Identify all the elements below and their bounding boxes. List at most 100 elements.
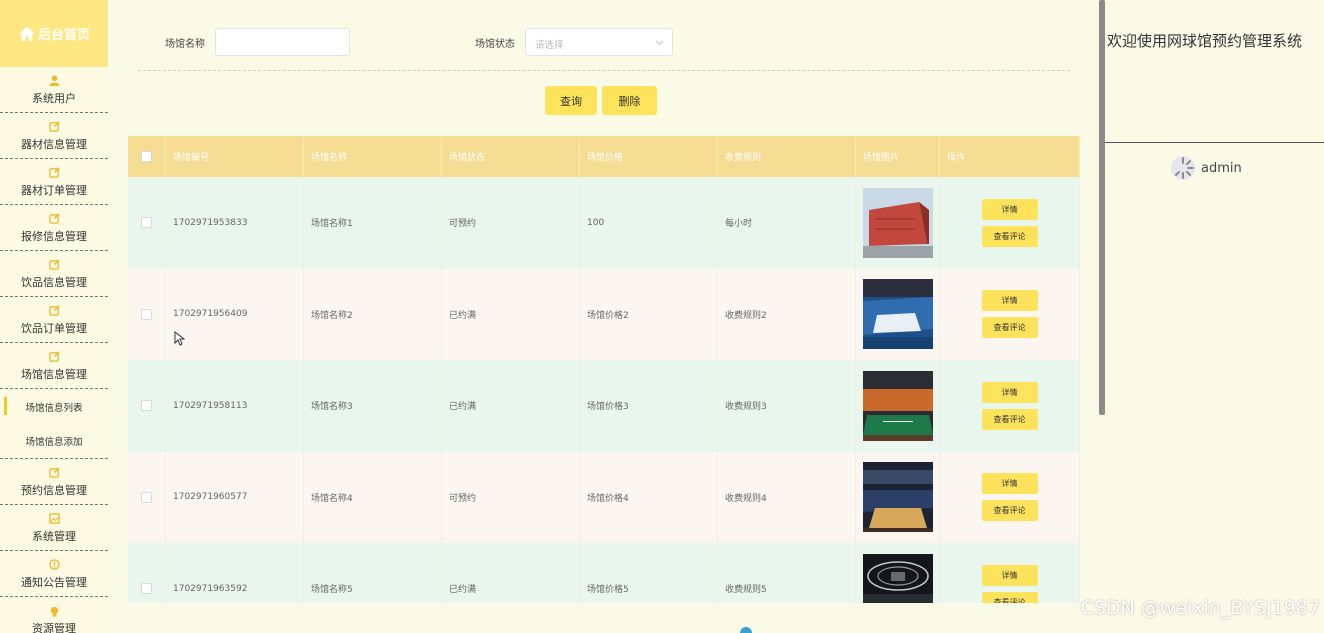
sidebar-item-equipment-info[interactable]: 器材信息管理 (0, 113, 108, 159)
venue-status-cell: 已约满 (442, 268, 580, 360)
home-link[interactable]: 后台首页 (0, 0, 108, 67)
detail-button[interactable]: 详情 (981, 198, 1038, 220)
detail-button[interactable]: 详情 (981, 473, 1038, 495)
venue-price-cell: 场馆价格3 (580, 360, 718, 452)
view-reviews-button[interactable]: 查看评论 (981, 225, 1038, 247)
scroll-top-icon[interactable] (740, 627, 752, 633)
sidebar-item-system-management[interactable]: 系统管理 (0, 505, 108, 551)
edit-icon (48, 304, 60, 318)
table-row: 1702971960577 场馆名称4 可预约 场馆价格4 收费规则4 详情 查… (128, 451, 1080, 543)
sidebar-item-resource-management[interactable]: 资源管理 (0, 597, 108, 633)
venue-id-cell: 1702971960577 (166, 451, 304, 543)
detail-button[interactable]: 详情 (981, 564, 1038, 586)
venue-status-cell: 可预约 (442, 177, 580, 269)
venue-name-cell: 场馆名称4 (304, 451, 442, 543)
column-header[interactable]: 场馆价格 (580, 136, 718, 177)
bulb-icon (49, 604, 60, 618)
venue-status-cell: 已约满 (442, 543, 580, 603)
sidebar-subitem-venue-add[interactable]: 场馆信息添加 (0, 424, 108, 459)
home-icon (18, 26, 36, 41)
venue-image[interactable] (863, 279, 933, 350)
venue-rule-cell: 收费规则2 (718, 268, 856, 360)
column-header[interactable]: 场馆编号 (166, 136, 304, 177)
sidebar-item-label: 系统用户 (32, 91, 76, 105)
sidebar-item-repair-info[interactable]: 报修信息管理 (0, 205, 108, 251)
column-header: 操作 (940, 136, 1080, 177)
venue-id-cell: 1702971963592 (166, 543, 304, 603)
venue-name-input[interactable] (215, 28, 350, 56)
sidebar-item-label: 饮品订单管理 (21, 321, 87, 335)
venue-table: 场馆编号 场馆名称 场馆状态 场馆价格 收费规则 场馆图片 操作 1702971… (128, 136, 1080, 603)
venue-id-cell: 1702971958113 (166, 360, 304, 452)
row-checkbox[interactable] (141, 491, 152, 503)
sidebar-item-drink-info[interactable]: 饮品信息管理 (0, 251, 108, 297)
venue-status-select[interactable]: 请选择 (525, 28, 673, 56)
sidebar-subitem-label: 场馆信息添加 (25, 437, 83, 448)
query-button[interactable]: 查询 (545, 86, 597, 115)
venue-status-cell: 已约满 (442, 360, 580, 452)
loading-spinner-icon (1171, 156, 1195, 180)
venue-rule-cell: 收费规则4 (718, 451, 856, 543)
view-reviews-button[interactable]: 查看评论 (981, 408, 1038, 430)
venue-rule-cell: 收费规则3 (718, 360, 856, 452)
venue-image-cell (856, 268, 940, 360)
venue-id-cell: 1702971956409 (166, 268, 304, 360)
column-header[interactable]: 场馆名称 (304, 136, 442, 177)
view-reviews-button[interactable]: 查看评论 (981, 591, 1038, 603)
row-checkbox[interactable] (141, 583, 152, 595)
column-header[interactable]: 收费规则 (718, 136, 856, 177)
home-label: 后台首页 (37, 28, 90, 43)
row-checkbox[interactable] (141, 217, 152, 229)
column-header[interactable]: 场馆图片 (856, 136, 940, 177)
view-reviews-button[interactable]: 查看评论 (981, 500, 1038, 522)
venue-status-placeholder: 请选择 (535, 40, 564, 51)
detail-button[interactable]: 详情 (981, 290, 1038, 312)
venue-image[interactable] (863, 187, 933, 258)
row-checkbox[interactable] (141, 308, 152, 320)
sidebar: 后台首页 系统用户 器材信息管理 器材订单管理 报修信息管理 饮品信息管理 饮品… (0, 0, 108, 633)
venue-price-cell: 场馆价格2 (580, 268, 718, 360)
sidebar-item-booking-info[interactable]: 预约信息管理 (0, 459, 108, 505)
sidebar-item-label: 通知公告管理 (21, 575, 87, 589)
table-row: 1702971963592 场馆名称5 已约满 场馆价格5 收费规则5 详情 查… (128, 543, 1080, 603)
select-all-checkbox[interactable] (141, 151, 152, 162)
venue-image[interactable] (863, 370, 933, 441)
venue-id-cell: 1702971953833 (166, 177, 304, 269)
venue-name-cell: 场馆名称2 (304, 268, 442, 360)
sidebar-item-notice-management[interactable]: 通知公告管理 (0, 551, 108, 597)
edit-icon (48, 350, 60, 364)
sidebar-item-label: 报修信息管理 (21, 229, 87, 243)
edit-icon (48, 258, 60, 272)
venue-rule-cell: 收费规则5 (718, 543, 856, 603)
sidebar-item-drink-orders[interactable]: 饮品订单管理 (0, 297, 108, 343)
watermark: CSDN @weixin_BYSJ1987 (1080, 597, 1320, 619)
venue-name-cell: 场馆名称3 (304, 360, 442, 452)
sidebar-item-label: 器材订单管理 (21, 183, 87, 197)
sidebar-item-label: 资源管理 (32, 622, 76, 633)
sidebar-item-venue-info[interactable]: 场馆信息管理 (0, 343, 108, 389)
sidebar-item-label: 预约信息管理 (21, 483, 87, 497)
row-checkbox[interactable] (141, 400, 152, 412)
divider (1105, 142, 1324, 143)
sidebar-item-label: 器材信息管理 (21, 137, 87, 151)
detail-button[interactable]: 详情 (981, 381, 1038, 403)
sidebar-subitem-venue-list[interactable]: 场馆信息列表 (0, 389, 108, 424)
sidebar-item-equipment-orders[interactable]: 器材订单管理 (0, 159, 108, 205)
username[interactable]: admin (1201, 161, 1242, 176)
alert-icon (48, 558, 60, 572)
venue-status-cell: 可预约 (442, 451, 580, 543)
table-row: 1702971953833 场馆名称1 可预约 100 每小时 详情 查看评论 (128, 177, 1080, 269)
column-header[interactable]: 场馆状态 (442, 136, 580, 177)
view-reviews-button[interactable]: 查看评论 (981, 317, 1038, 339)
divider (138, 70, 1070, 71)
venue-image[interactable] (863, 553, 933, 603)
mouse-cursor-icon (174, 331, 185, 346)
venue-name-cell: 场馆名称5 (304, 543, 442, 603)
select-all-cell (128, 136, 166, 177)
venue-name-label: 场馆名称 (165, 39, 205, 50)
sidebar-item-system-users[interactable]: 系统用户 (0, 67, 108, 113)
table-header: 场馆编号 场馆名称 场馆状态 场馆价格 收费规则 场馆图片 操作 (128, 136, 1080, 177)
venue-image[interactable] (863, 462, 933, 533)
delete-button[interactable]: 删除 (602, 86, 657, 115)
venue-rule-cell: 每小时 (718, 177, 856, 269)
